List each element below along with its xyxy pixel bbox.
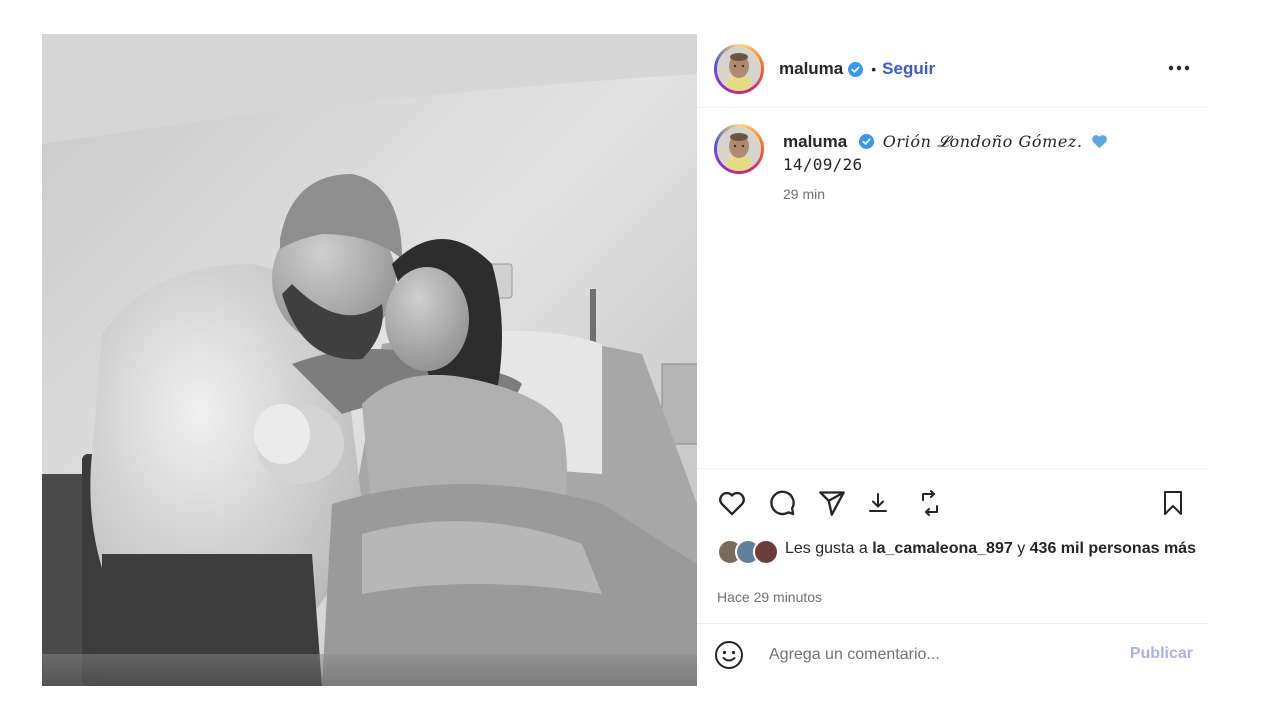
likes-suffix[interactable]: más: [1164, 540, 1196, 557]
child-portrait-avatar: [717, 47, 761, 91]
publish-button[interactable]: Publicar: [1130, 645, 1193, 663]
verified-badge-icon: [858, 134, 874, 149]
divider: [697, 468, 1208, 469]
caption-text: 𝑂𝑟𝑖𝑜́𝑛 𝓛𝑜𝑛𝑑𝑜𝑛̃𝑜 𝐺𝑜́𝑚𝑒𝑧.: [882, 132, 1083, 151]
comment-composer: Publicar: [697, 624, 1208, 686]
child-portrait-avatar: [717, 127, 761, 171]
author-username[interactable]: maluma: [779, 59, 843, 79]
verified-badge-icon: [848, 61, 864, 77]
liker-avatar: [753, 539, 779, 565]
post-header: maluma • Seguir: [697, 34, 1208, 108]
separator-dot: •: [871, 61, 877, 77]
post-timestamp[interactable]: Hace 29 minutos: [717, 589, 822, 605]
liker-username-link[interactable]: la_camaleona_897: [872, 540, 1013, 557]
bookmark-icon[interactable]: [1156, 486, 1190, 520]
download-icon[interactable]: [861, 486, 895, 520]
more-options-icon[interactable]: [1164, 56, 1194, 80]
post-photo[interactable]: [42, 34, 697, 686]
liker-avatars[interactable]: [717, 539, 783, 565]
caption-username[interactable]: maluma: [783, 132, 847, 151]
likes-summary: Les gusta a la_camaleona_897 y 436 mil p…: [717, 537, 1197, 565]
likes-prefix: Les gusta a: [785, 540, 868, 557]
likes-count-link[interactable]: 436 mil personas: [1030, 540, 1160, 557]
comment-input[interactable]: [769, 642, 1099, 668]
instagram-post: maluma • Seguir maluma 𝑂𝑟𝑖𝑜́𝑛 𝓛𝑜𝑛𝑑𝑜𝑛̃𝑜 𝐺…: [42, 34, 1208, 686]
likes-text: Les gusta a la_camaleona_897 y 436 mil p…: [717, 537, 1197, 560]
post-side-panel: maluma • Seguir maluma 𝑂𝑟𝑖𝑜́𝑛 𝓛𝑜𝑛𝑑𝑜𝑛̃𝑜 𝐺…: [697, 34, 1208, 686]
header-user-line: maluma • Seguir: [779, 59, 935, 79]
caption-author-avatar[interactable]: [714, 124, 764, 174]
post-caption: maluma 𝑂𝑟𝑖𝑜́𝑛 𝓛𝑜𝑛𝑑𝑜𝑛̃𝑜 𝐺𝑜́𝑚𝑒𝑧. 14/09/26: [783, 130, 1183, 176]
comment-icon[interactable]: [765, 486, 799, 520]
author-avatar[interactable]: [714, 44, 764, 94]
hospital-bw-photo: [42, 34, 697, 686]
caption-time-ago[interactable]: 29 min: [783, 186, 825, 202]
follow-button[interactable]: Seguir: [882, 59, 935, 79]
smiley-icon[interactable]: [714, 640, 744, 670]
repost-icon[interactable]: [913, 486, 947, 520]
likes-connector: y: [1017, 540, 1026, 557]
post-actions-bar: [697, 482, 1208, 522]
heart-icon[interactable]: [715, 486, 749, 520]
caption-date: 14/09/26: [783, 155, 863, 174]
blue-heart-emoji-icon: [1091, 134, 1108, 149]
send-icon[interactable]: [815, 486, 849, 520]
